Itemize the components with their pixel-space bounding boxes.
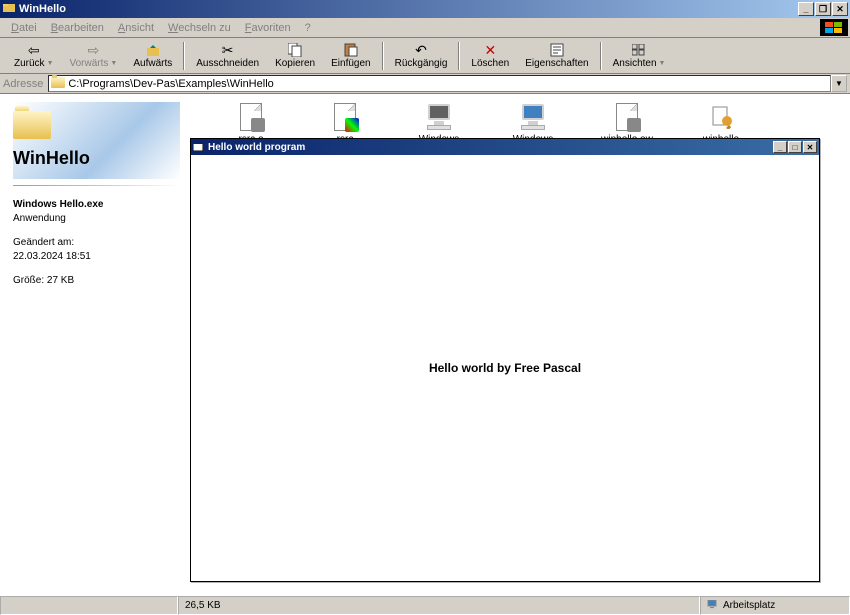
separator [382, 42, 384, 70]
delete-label: Löschen [471, 58, 509, 69]
undo-button[interactable]: ↶ Rückgängig [387, 40, 456, 71]
status-location-text: Arbeitsplatz [723, 600, 775, 611]
copy-button[interactable]: Kopieren [267, 40, 323, 71]
app-titlebar[interactable]: Hello world program _ □ ✕ [191, 139, 819, 155]
address-dropdown[interactable]: ▼ [831, 75, 847, 92]
separator [183, 42, 185, 70]
menu-view[interactable]: Ansicht [111, 20, 161, 36]
paste-label: Einfügen [331, 58, 370, 69]
back-icon: ⇦ [25, 42, 43, 58]
separator [600, 42, 602, 70]
file-info: Windows Hello.exe Anwendung Geändert am:… [13, 198, 180, 288]
content-area: WinHello Windows Hello.exe Anwendung Geä… [3, 94, 847, 595]
forward-icon: ⇨ [84, 42, 102, 58]
windows-logo [820, 19, 848, 36]
app-minimize-button[interactable]: _ [773, 141, 787, 153]
modified-label: Geändert am: [13, 237, 74, 248]
copy-label: Kopieren [275, 58, 315, 69]
undo-icon: ↶ [412, 42, 430, 58]
divider [13, 185, 180, 186]
menu-favorites[interactable]: Favoriten [238, 20, 298, 36]
cut-label: Ausschneiden [196, 58, 259, 69]
views-icon [630, 42, 648, 58]
selected-file-type: Anwendung [13, 213, 66, 224]
info-header: WinHello [13, 102, 180, 179]
views-button[interactable]: Ansichten▼ [605, 40, 674, 71]
up-icon [144, 42, 162, 58]
dropdown-icon: ▼ [659, 60, 666, 67]
exe-icon [424, 102, 454, 132]
status-cell-empty [0, 596, 178, 615]
file-icon [612, 102, 642, 132]
menubar: Datei Bearbeiten Ansicht Wechseln zu Fav… [0, 18, 850, 38]
undo-label: Rückgängig [395, 58, 448, 69]
delete-icon: ✕ [481, 42, 499, 58]
folder-title: WinHello [13, 148, 180, 169]
menu-edit[interactable]: Bearbeiten [44, 20, 111, 36]
exe-icon [518, 102, 548, 132]
status-size: 26,5 KB [178, 596, 700, 615]
cut-icon: ✂ [219, 42, 237, 58]
forward-label: Vorwärts [70, 58, 109, 69]
folder-icon [51, 77, 65, 91]
statusbar: 26,5 KB Arbeitsplatz [0, 595, 850, 615]
separator [458, 42, 460, 70]
properties-button[interactable]: Eigenschaften [517, 40, 596, 71]
computer-icon [707, 600, 719, 612]
addressbar: Adresse C:\Programs\Dev-Pas\Examples\Win… [0, 74, 850, 94]
titlebar: WinHello _ ❐ ✕ [0, 0, 850, 18]
tool-icon [706, 102, 736, 132]
dropdown-icon: ▼ [110, 60, 117, 67]
address-label: Adresse [3, 78, 43, 90]
back-button[interactable]: ⇦ Zurück▼ [6, 40, 62, 71]
menu-help[interactable]: ? [298, 20, 318, 36]
minimize-button[interactable]: _ [798, 2, 814, 16]
forward-button[interactable]: ⇨ Vorwärts▼ [62, 40, 126, 71]
info-pane: WinHello Windows Hello.exe Anwendung Geä… [3, 94, 190, 595]
maximize-button[interactable]: ❐ [815, 2, 831, 16]
views-label: Ansichten [613, 58, 657, 69]
cut-button[interactable]: ✂ Ausschneiden [188, 40, 267, 71]
modified-value: 22.03.2024 18:51 [13, 251, 91, 262]
menu-goto[interactable]: Wechseln zu [161, 20, 238, 36]
close-button[interactable]: ✕ [832, 2, 848, 16]
up-button[interactable]: Aufwärts [125, 40, 180, 71]
size-label: Größe: [13, 275, 44, 286]
file-icon [236, 102, 266, 132]
paste-icon [342, 42, 360, 58]
paste-button[interactable]: Einfügen [323, 40, 378, 71]
app-content-text: Hello world by Free Pascal [429, 361, 581, 375]
status-location: Arbeitsplatz [700, 596, 850, 615]
properties-icon [548, 42, 566, 58]
size-value: 27 KB [47, 275, 74, 286]
menu-file[interactable]: Datei [4, 20, 44, 36]
app-close-button[interactable]: ✕ [803, 141, 817, 153]
copy-icon [286, 42, 304, 58]
delete-button[interactable]: ✕ Löschen [463, 40, 517, 71]
app-window-body: Hello world by Free Pascal [191, 155, 819, 581]
properties-label: Eigenschaften [525, 58, 588, 69]
toolbar: ⇦ Zurück▼ ⇨ Vorwärts▼ Aufwärts ✂ Ausschn… [0, 38, 850, 74]
app-window: Hello world program _ □ ✕ Hello world by… [190, 138, 820, 582]
window-controls: _ ❐ ✕ [798, 2, 848, 16]
address-field[interactable]: C:\Programs\Dev-Pas\Examples\WinHello [48, 75, 831, 92]
up-label: Aufwärts [133, 58, 172, 69]
back-label: Zurück [14, 58, 45, 69]
app-icon [2, 2, 16, 16]
file-icon [330, 102, 360, 132]
address-path: C:\Programs\Dev-Pas\Examples\WinHello [68, 78, 273, 90]
app-maximize-button[interactable]: □ [788, 141, 802, 153]
dropdown-icon: ▼ [47, 60, 54, 67]
app-window-icon [193, 141, 205, 153]
file-pane[interactable]: rsrc.o rsrc Windows Hello Windows Hello … [190, 94, 847, 595]
window-title: WinHello [19, 3, 798, 15]
folder-large-icon [13, 106, 53, 142]
selected-file-name: Windows Hello.exe [13, 199, 103, 210]
app-window-title: Hello world program [208, 142, 773, 153]
app-window-controls: _ □ ✕ [773, 141, 817, 153]
